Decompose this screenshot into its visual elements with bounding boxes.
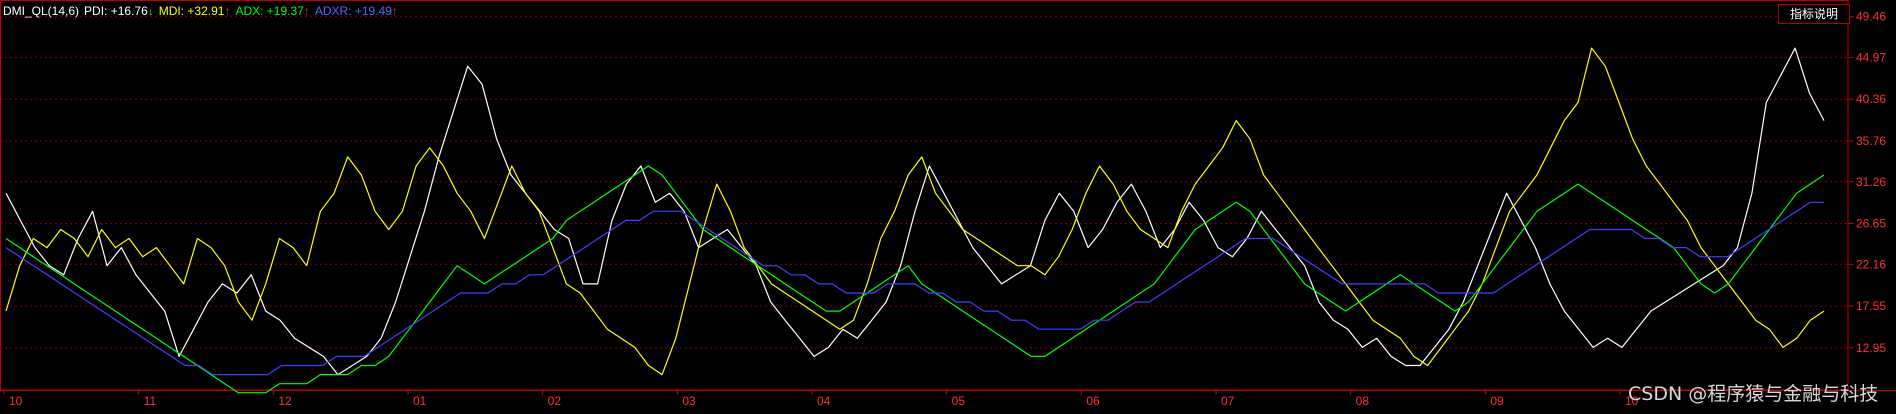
x-tick-label: 09 (1490, 394, 1504, 408)
x-tick-label: 08 (1356, 394, 1370, 408)
mdi-up-arrow-icon: ↑ (224, 4, 231, 18)
indicator-help-button[interactable]: 指标说明 (1778, 4, 1850, 24)
series-line-pdi (5, 47, 1825, 376)
x-tick-label: 10 (9, 394, 23, 408)
adxr-up-arrow-icon: ↑ (391, 4, 398, 18)
axes (0, 0, 1896, 395)
x-tick-label: 11 (144, 394, 157, 408)
x-tick-label: 06 (1086, 394, 1100, 408)
y-tick-label: 44.97 (1856, 50, 1886, 64)
y-tick-label: 31.26 (1856, 175, 1886, 189)
y-tick-label: 12.95 (1856, 341, 1886, 355)
y-tick-label: 49.46 (1856, 10, 1886, 24)
y-tick-label: 22.16 (1856, 257, 1886, 271)
x-tick-label: 12 (278, 394, 292, 408)
series-line-adx (5, 165, 1825, 394)
chart-canvas: 49.46 44.97 40.36 35.76 31.26 26.65 22.16 17.55… (0, 0, 1896, 408)
adx-value: ADX: +19.37↑ (235, 4, 310, 18)
dmi-chart: 49.46 44.97 40.36 35.76 31.26 26.65 22.16 17.55… (0, 0, 1896, 410)
x-tick-label: 04 (817, 394, 831, 408)
plot-frame (0, 0, 1849, 391)
indicator-legend: DMI_QL(14,6) PDI: +16.76↓ MDI: +32.91↑ ADX:… (3, 4, 403, 18)
series-lines (5, 47, 1825, 394)
y-tick-label: 35.76 (1856, 134, 1886, 148)
y-tick-label: 26.65 (1856, 217, 1886, 231)
adxr-value: ADXR: +19.49↑ (314, 4, 398, 18)
watermark: CSDN @程序猿与金融与科技 (1628, 383, 1879, 405)
pdi-down-arrow-icon: ↓ (147, 4, 154, 18)
x-tick-label: 05 (952, 394, 966, 408)
x-tick-label: 03 (682, 394, 696, 408)
x-tick-label: 01 (413, 394, 427, 408)
y-tick-label: 17.55 (1856, 299, 1886, 313)
y-tick-label: 40.36 (1856, 92, 1886, 106)
adx-up-arrow-icon: ↑ (303, 4, 310, 18)
mdi-value: MDI: +32.91↑ (158, 4, 231, 18)
series-line-adxr (5, 201, 1824, 376)
x-tick-label: 07 (1221, 394, 1235, 408)
indicator-name: DMI_QL(14,6) (3, 4, 80, 18)
x-tick-label: 02 (548, 394, 562, 408)
pdi-value: PDI: +16.76↓ (84, 4, 154, 18)
